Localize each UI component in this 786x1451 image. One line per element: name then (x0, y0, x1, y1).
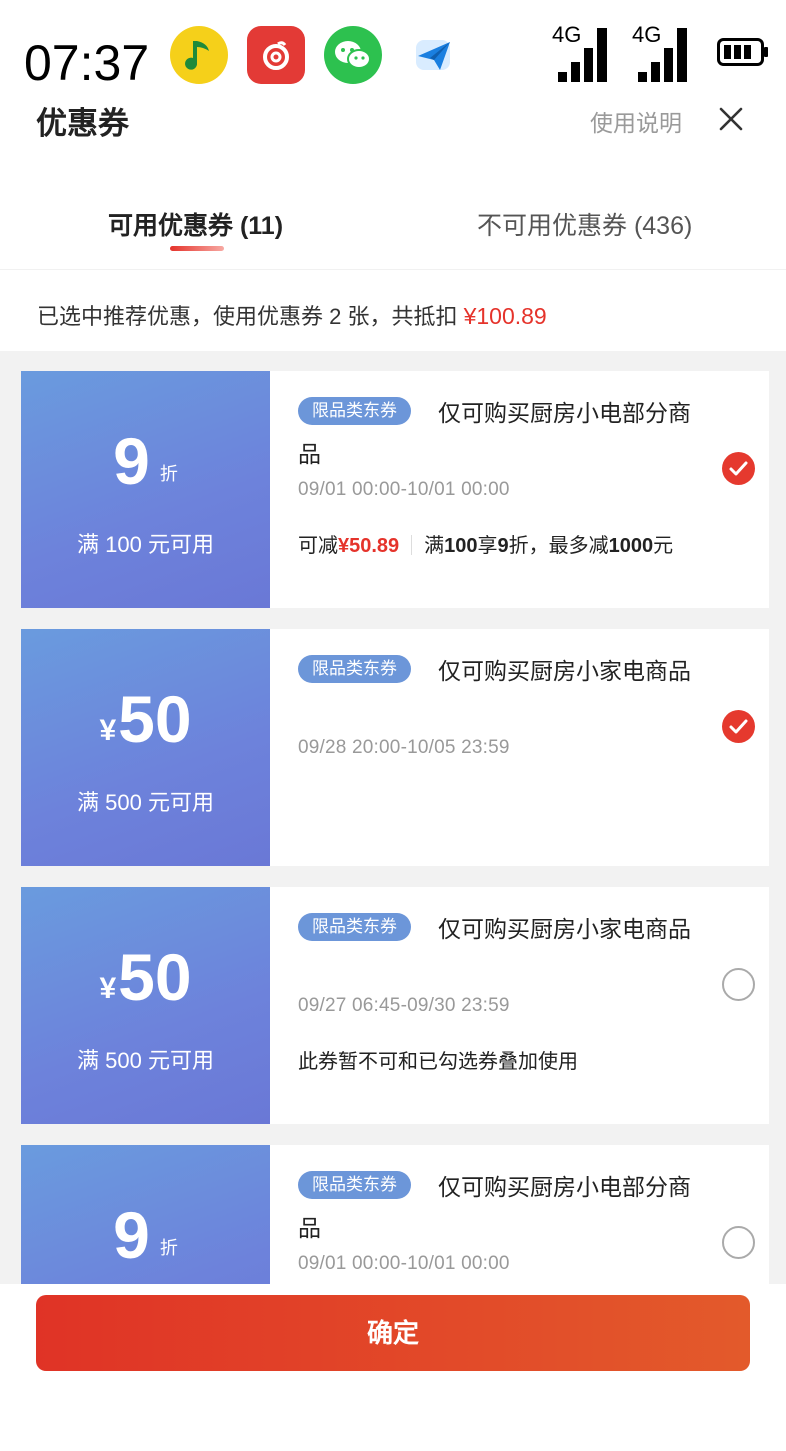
battery-icon (717, 38, 769, 66)
note-rule: 9 (497, 535, 509, 557)
close-button[interactable] (714, 102, 748, 136)
coupon-description: 仅可购买厨房小电部分商品 (298, 400, 691, 467)
coupon-unit: 折 (159, 464, 178, 484)
mail-icon (404, 26, 462, 84)
coupon-condition: 满 500 元可用 (77, 790, 214, 815)
coupon-condition: 满 500 元可用 (77, 1048, 214, 1073)
qq-music-icon (170, 26, 228, 84)
coupon-description: 仅可购买厨房小家电商品 (438, 658, 691, 684)
coupon-card[interactable]: ¥50 满 500 元可用 限品类东券 仅可购买厨房小家电商品 09/28 20… (16, 629, 769, 866)
note-rule: 元 (653, 535, 674, 557)
coupon-checkbox-checked[interactable] (722, 710, 755, 743)
coupon-value-panel: ¥50 满 500 元可用 (16, 629, 270, 866)
status-time: 07:37 (24, 35, 150, 91)
coupon-details: 限品类东券 仅可购买厨房小家电商品 09/28 20:00-10/05 23:5… (270, 629, 769, 866)
coupon-amount: 9 (113, 424, 150, 498)
coupon-checkbox-unchecked[interactable] (722, 1226, 755, 1259)
checkmark-icon (729, 719, 748, 734)
confirm-button[interactable]: 确定 (36, 1295, 750, 1371)
signal-icon: 4G (632, 22, 694, 84)
page-title: 优惠券 (36, 106, 129, 141)
note-divider (411, 535, 413, 555)
coupon-validity: 09/28 20:00-10/05 23:59 (298, 737, 510, 758)
coupon-details: 限品类东券 仅可购买厨房小电部分商品 09/01 00:00-10/01 00:… (270, 1145, 769, 1284)
coupon-checkbox-unchecked[interactable] (722, 968, 755, 1001)
summary-text: 已选中推荐优惠，使用优惠券 2 张，共抵扣 ¥100.89 (37, 299, 547, 331)
tab-unavailable[interactable]: 不可用优惠券 (436) (477, 206, 692, 242)
coupon-card[interactable]: ¥50 满 500 元可用 限品类东券 仅可购买厨房小家电商品 09/27 06… (16, 887, 769, 1124)
note-rule: 1000 (608, 535, 654, 557)
coupon-amount: 9 (113, 1198, 150, 1272)
coupon-value: 9折 (21, 421, 270, 501)
coupon-note: 此券暂不可和已勾选券叠加使用 (298, 1051, 578, 1073)
note-rule: 折，最多减 (508, 535, 609, 557)
coupon-value-panel: ¥50 满 500 元可用 (16, 887, 270, 1124)
coupon-tabs: 可用优惠券 (11) 不可用优惠券 (436) (0, 170, 786, 270)
bottom-bar: 确定 (0, 1284, 786, 1451)
coupon-details: 限品类东券 仅可购买厨房小电部分商品 09/01 00:00-10/01 00:… (270, 371, 769, 608)
note-prefix: 可减 (298, 535, 338, 557)
tab-available[interactable]: 可用优惠券 (11) (108, 206, 283, 242)
currency-symbol: ¥ (99, 972, 117, 1005)
coupon-list[interactable]: 9折 满 100 元可用 限品类东券 仅可购买厨房小电部分商品 09/01 00… (0, 351, 786, 1284)
tab-active-indicator (170, 246, 224, 251)
note-rule: 享 (477, 535, 498, 557)
coupon-condition: 满 100 元可用 (77, 532, 214, 557)
coupon-card[interactable]: 9折 满 100 元可用 限品类东券 仅可购买厨房小电部分商品 09/01 00… (16, 371, 769, 608)
coupon-description: 仅可购买厨房小家电商品 (438, 916, 691, 942)
summary-label: 已选中推荐优惠，使用优惠券 2 张，共抵扣 (37, 304, 464, 329)
signal-icon: 4G (552, 22, 614, 84)
coupon-amount: 50 (118, 682, 192, 756)
selection-summary: 已选中推荐优惠，使用优惠券 2 张，共抵扣 ¥100.89 (0, 271, 786, 351)
coupon-validity: 09/27 06:45-09/30 23:59 (298, 995, 510, 1016)
coupon-value-panel: 9折 (16, 1145, 270, 1284)
coupon-validity: 09/01 00:00-10/01 00:00 (298, 1253, 510, 1274)
coupon-details: 限品类东券 仅可购买厨房小家电商品 09/27 06:45-09/30 23:5… (270, 887, 769, 1124)
coupon-description: 仅可购买厨房小电部分商品 (298, 1174, 691, 1241)
checkmark-icon (729, 461, 748, 476)
currency-symbol: ¥ (99, 714, 117, 747)
netease-music-icon (247, 26, 305, 84)
coupon-value: 9折 (21, 1195, 270, 1275)
usage-help-link[interactable]: 使用说明 (590, 104, 682, 138)
status-bar: 07:37 4G 4G (0, 0, 786, 100)
wechat-icon (324, 26, 382, 84)
coupon-value: ¥50 (21, 679, 270, 759)
coupon-value: ¥50 (21, 937, 270, 1017)
note-rule: 满 (424, 535, 445, 557)
coupon-amount: 50 (118, 940, 192, 1014)
close-icon (719, 107, 743, 131)
coupon-checkbox-checked[interactable] (722, 452, 755, 485)
coupon-note: 可减¥50.89 满100享9折，最多减1000元 (298, 529, 673, 558)
note-rule: 100 (444, 535, 478, 557)
coupon-card[interactable]: 9折 限品类东券 仅可购买厨房小电部分商品 09/01 00:00-10/01 … (16, 1145, 769, 1284)
note-amount: ¥50.89 (338, 535, 400, 557)
coupon-validity: 09/01 00:00-10/01 00:00 (298, 479, 510, 500)
summary-amount: ¥100.89 (463, 303, 547, 329)
coupon-value-panel: 9折 满 100 元可用 (16, 371, 270, 608)
coupon-unit: 折 (159, 1238, 178, 1258)
